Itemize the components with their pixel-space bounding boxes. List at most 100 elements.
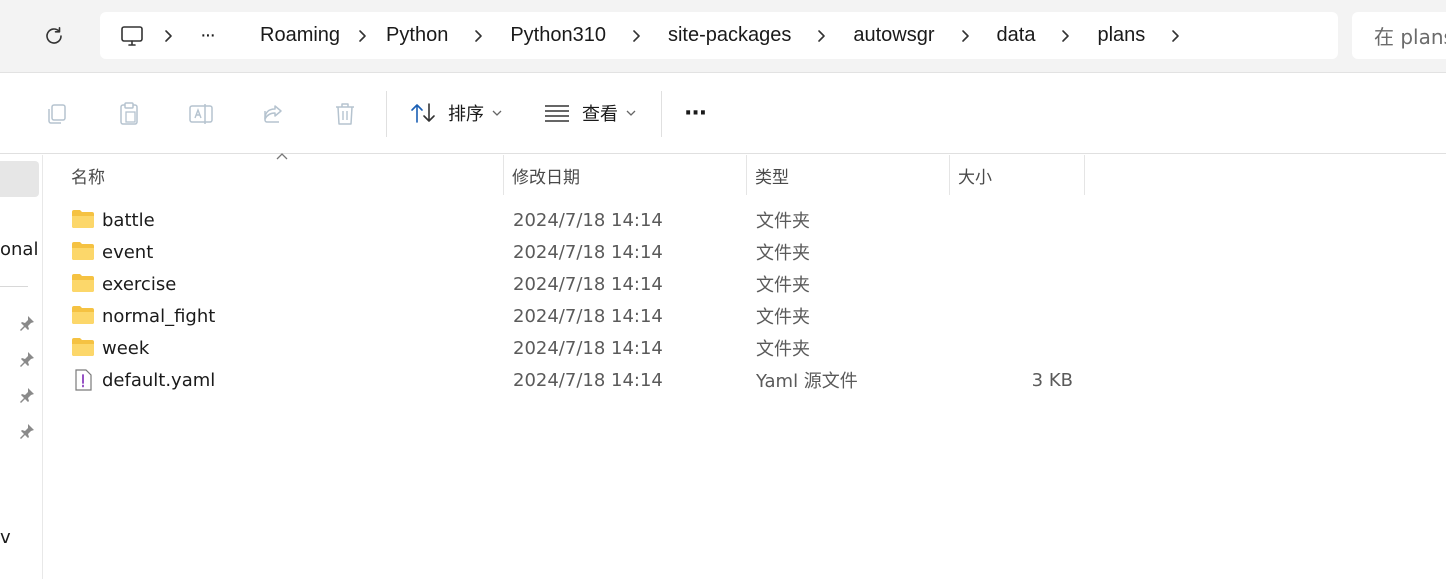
column-header-type-label: 类型 <box>755 167 789 188</box>
file-modified: 2024/7/18 14:14 <box>513 305 663 327</box>
file-modified: 2024/7/18 14:14 <box>513 209 663 231</box>
file-type: 文件夹 <box>756 275 810 296</box>
rename-button[interactable] <box>184 97 218 131</box>
breadcrumb-python310[interactable]: Python310 <box>510 24 606 47</box>
nav-item-selected[interactable] <box>0 161 39 197</box>
file-size <box>956 268 1073 300</box>
share-icon <box>264 105 282 123</box>
file-modified: 2024/7/18 14:14 <box>513 273 663 295</box>
file-name: exercise <box>102 273 177 295</box>
sort-icon <box>411 103 435 123</box>
rename-icon <box>189 104 213 124</box>
file-modified: 2024/7/18 14:14 <box>513 337 663 359</box>
column-header-size-label: 大小 <box>958 167 992 188</box>
list-item[interactable]: battle 2024/7/18 14:14 文件夹 <box>43 204 1103 236</box>
command-bar: 排序 查看 ··· <box>0 73 1446 154</box>
refresh-button[interactable] <box>36 20 72 52</box>
chevron-right-icon[interactable] <box>935 21 997 51</box>
delete-button[interactable] <box>328 97 362 131</box>
list-item[interactable]: normal_fight 2024/7/18 14:14 文件夹 <box>43 300 1103 332</box>
column-header-modified[interactable]: 修改日期 <box>504 155 747 195</box>
file-type: 文件夹 <box>756 211 810 232</box>
file-modified: 2024/7/18 14:14 <box>513 369 663 391</box>
column-header-name[interactable]: 名称 <box>63 155 504 195</box>
nav-divider <box>0 286 28 287</box>
file-name: battle <box>102 209 155 231</box>
search-input[interactable]: 在 plans 中搜索 <box>1352 12 1446 59</box>
column-header-modified-label: 修改日期 <box>512 167 580 188</box>
chevron-down-icon <box>492 110 502 116</box>
list-item[interactable]: default.yaml 2024/7/18 14:14 Yaml 源文件 3 … <box>43 364 1103 396</box>
file-size <box>956 332 1073 364</box>
sort-button[interactable]: 排序 <box>410 95 502 131</box>
column-header-type[interactable]: 类型 <box>747 155 950 195</box>
view-button[interactable]: 查看 <box>544 95 636 131</box>
pin-icon <box>20 424 34 439</box>
computer-icon[interactable] <box>118 22 146 50</box>
navigation-pane: onal v <box>0 155 43 579</box>
column-header-row: 名称 修改日期 类型 大小 <box>43 153 1446 195</box>
nav-item-partial-label[interactable]: onal <box>0 239 38 260</box>
chevron-right-icon[interactable] <box>791 21 853 51</box>
pin-icon <box>20 352 34 367</box>
copy-button[interactable] <box>40 97 74 131</box>
breadcrumb-overflow[interactable]: ··· <box>192 24 222 47</box>
sort-label: 排序 <box>448 104 484 125</box>
nav-item-partial-label[interactable]: v <box>0 527 11 548</box>
chevron-right-icon[interactable] <box>1145 21 1207 51</box>
folder-icon <box>71 209 95 231</box>
address-toolbar: ··· Roaming Python Python310 site-packag… <box>0 0 1446 73</box>
chevron-right-icon[interactable] <box>146 21 192 51</box>
chevron-right-icon[interactable] <box>340 21 386 51</box>
file-name: week <box>102 337 150 359</box>
file-type: 文件夹 <box>756 339 810 360</box>
refresh-icon <box>46 27 62 44</box>
paste-button[interactable] <box>112 97 146 131</box>
folder-icon <box>71 273 95 295</box>
list-item[interactable]: event 2024/7/18 14:14 文件夹 <box>43 236 1103 268</box>
pin-icon <box>20 316 34 331</box>
chevron-right-icon[interactable] <box>222 21 260 51</box>
trash-icon <box>336 103 354 125</box>
copy-icon <box>48 104 66 124</box>
chevron-right-icon[interactable] <box>606 21 668 51</box>
chevron-down-icon <box>626 110 636 116</box>
file-type: 文件夹 <box>756 307 810 328</box>
file-name: default.yaml <box>102 369 216 391</box>
list-item[interactable]: exercise 2024/7/18 14:14 文件夹 <box>43 268 1103 300</box>
breadcrumb-roaming[interactable]: Roaming <box>260 24 340 47</box>
pin-icon <box>20 388 34 403</box>
file-size: 3 KB <box>1031 369 1073 391</box>
yaml-file-icon <box>71 369 95 391</box>
file-modified: 2024/7/18 14:14 <box>513 241 663 263</box>
paste-icon <box>120 102 138 125</box>
list-view-icon <box>545 105 569 122</box>
toolbar-divider <box>386 91 387 137</box>
chevron-right-icon[interactable] <box>1035 21 1097 51</box>
folder-icon <box>71 305 95 327</box>
column-header-name-label: 名称 <box>71 167 105 188</box>
folder-icon <box>71 337 95 359</box>
file-size <box>956 236 1073 268</box>
file-name: event <box>102 241 154 263</box>
view-label: 查看 <box>582 104 618 125</box>
breadcrumb-plans[interactable]: plans <box>1097 24 1145 47</box>
file-size <box>956 300 1073 332</box>
file-size <box>956 204 1073 236</box>
file-type: Yaml 源文件 <box>756 371 858 392</box>
column-header-size[interactable]: 大小 <box>950 155 1085 195</box>
more-button[interactable]: ··· <box>684 95 707 131</box>
breadcrumb-autowsgr[interactable]: autowsgr <box>853 24 934 47</box>
chevron-right-icon[interactable] <box>448 21 510 51</box>
share-button[interactable] <box>256 97 290 131</box>
address-bar[interactable]: ··· Roaming Python Python310 site-packag… <box>100 12 1338 59</box>
toolbar-divider <box>661 91 662 137</box>
breadcrumb-python[interactable]: Python <box>386 24 448 47</box>
list-item[interactable]: week 2024/7/18 14:14 文件夹 <box>43 332 1103 364</box>
file-type: 文件夹 <box>756 243 810 264</box>
file-name: normal_fight <box>102 305 216 327</box>
folder-icon <box>71 241 95 263</box>
more-icon: ··· <box>684 100 707 126</box>
breadcrumb-site-packages[interactable]: site-packages <box>668 24 791 47</box>
breadcrumb-data[interactable]: data <box>997 24 1036 47</box>
